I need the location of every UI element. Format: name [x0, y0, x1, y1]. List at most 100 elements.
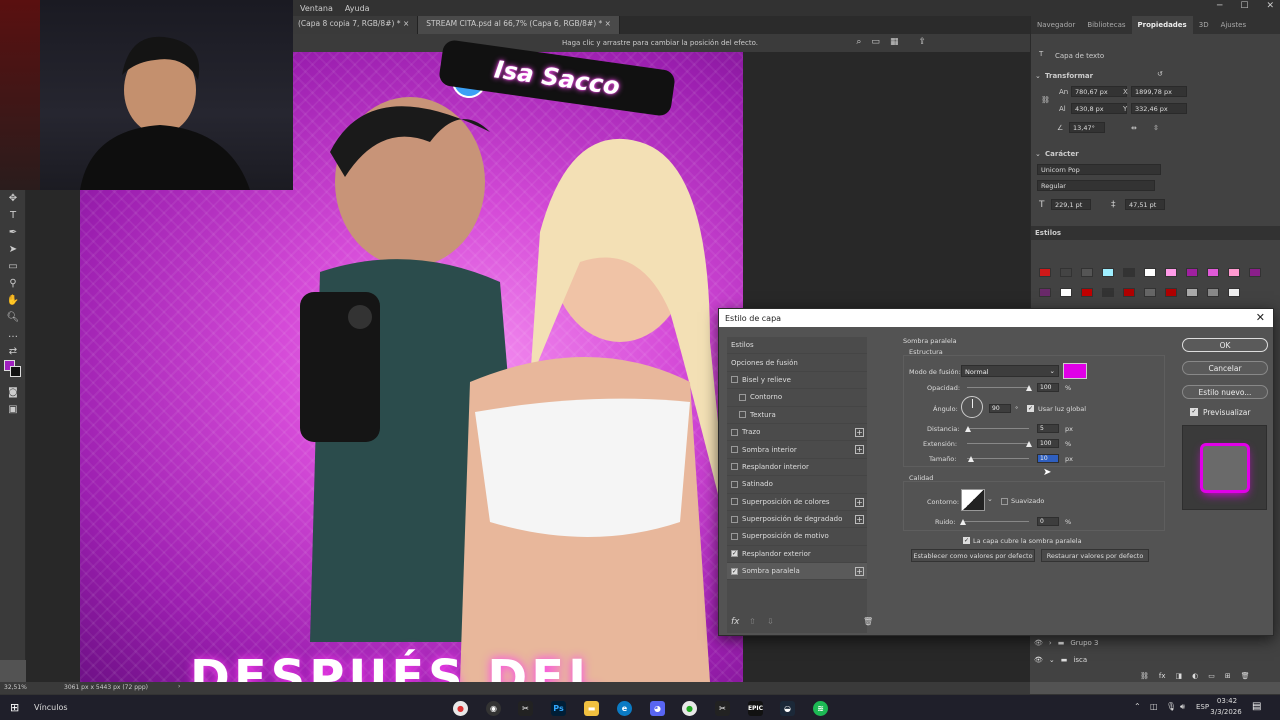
fx-icon[interactable]: fx [731, 617, 740, 627]
chevron-down-icon[interactable]: ⌄ [1035, 150, 1041, 158]
spotify-icon[interactable]: ≋ [813, 701, 828, 716]
background-color[interactable] [10, 366, 21, 377]
spread-slider[interactable] [967, 443, 1029, 444]
hand-tool-icon[interactable]: ✋ [0, 292, 26, 309]
style-checkbox[interactable] [731, 515, 738, 523]
tab-document-2[interactable]: STREAM CITA.psd al 66,7% (Capa 6, RGB/8#… [418, 16, 620, 34]
height-field[interactable]: 430,8 px [1071, 103, 1127, 114]
quick-mask-icon[interactable]: ◙ [0, 384, 26, 401]
preview-checkbox[interactable]: ✓ [1190, 408, 1198, 416]
style-swatch[interactable] [1144, 288, 1156, 297]
close-window-icon[interactable]: ✕ [1266, 1, 1274, 11]
epic-games-icon[interactable]: EPIC [748, 701, 763, 716]
distance-slider-thumb[interactable] [965, 426, 972, 432]
style-swatch[interactable] [1186, 288, 1198, 297]
style-checkbox[interactable]: ✓ [731, 550, 738, 558]
style-swatch[interactable] [1039, 288, 1051, 297]
move-down-icon[interactable]: ⇩ [767, 617, 774, 626]
chevron-right-icon[interactable]: › [1049, 639, 1052, 647]
style-swatch[interactable] [1165, 288, 1177, 297]
noise-field[interactable]: 0 [1037, 517, 1059, 526]
font-family-select[interactable]: Unicorn Pop [1037, 164, 1161, 175]
knockout-checkbox[interactable]: ✓ [963, 537, 970, 544]
add-style-plus-icon[interactable]: + [855, 427, 864, 437]
distance-field[interactable]: 5 [1037, 424, 1059, 433]
chevron-down-icon[interactable]: ⌄ [1035, 72, 1041, 80]
move-tool-icon[interactable]: ✥ [0, 190, 26, 207]
style-checkbox[interactable] [739, 411, 746, 419]
screen-mode-icon[interactable]: ▣ [0, 401, 26, 418]
style-swatch[interactable] [1123, 288, 1135, 297]
zoom-tool-icon[interactable]: 🔍︎ [0, 309, 26, 326]
chevron-right-icon[interactable]: › [178, 683, 180, 690]
capcut-icon[interactable]: ✂ [518, 701, 533, 716]
style-item[interactable]: Superposición de colores + [727, 494, 867, 511]
maximize-icon[interactable]: ☐ [1240, 1, 1248, 11]
noise-slider[interactable] [963, 521, 1029, 522]
adjustment-icon[interactable]: ◐ [1192, 672, 1198, 680]
style-swatch[interactable] [1102, 268, 1114, 277]
style-checkbox[interactable] [731, 532, 738, 540]
style-item[interactable]: Resplandor interior [727, 459, 867, 477]
size-slider-thumb[interactable] [968, 456, 975, 462]
layer-row-group3[interactable]: 👁︎ › ▬ Grupo 3 [1034, 639, 1098, 647]
style-item[interactable]: Superposición de degradado + [727, 511, 867, 529]
tab-3d[interactable]: 3D [1193, 16, 1215, 34]
file-explorer-icon[interactable]: ▬ [584, 701, 599, 716]
style-swatch[interactable] [1060, 268, 1072, 277]
style-swatch[interactable] [1123, 268, 1135, 277]
add-style-plus-icon[interactable]: + [855, 514, 864, 524]
x-field[interactable]: 1899,78 px [1131, 86, 1187, 97]
style-checkbox[interactable] [731, 428, 738, 436]
style-swatch[interactable] [1249, 268, 1261, 277]
new-group-icon[interactable]: ▭ [1208, 672, 1215, 680]
clock-date[interactable]: 3/3/2026 [1206, 708, 1246, 716]
visibility-eye-icon[interactable]: 👁︎ [1034, 639, 1043, 647]
volume-icon[interactable]: 🔊︎ [1180, 702, 1185, 712]
antialias-checkbox[interactable] [1001, 498, 1008, 505]
noise-slider-thumb[interactable] [960, 519, 966, 525]
rectangle-tool-icon[interactable]: ▭ [0, 258, 26, 275]
style-checkbox[interactable]: ✓ [731, 567, 738, 575]
notifications-icon[interactable]: ▤ [1252, 701, 1261, 712]
style-item[interactable]: Trazo + [727, 424, 867, 442]
close-tab-icon[interactable]: × [605, 19, 611, 28]
reset-icon[interactable]: ↺ [1157, 70, 1163, 78]
add-style-plus-icon[interactable]: + [855, 567, 864, 577]
distance-slider[interactable] [967, 428, 1029, 429]
style-swatch[interactable] [1186, 268, 1198, 277]
tab-document-1[interactable]: (Capa 8 copia 7, RGB/8#) * × [290, 16, 419, 34]
eyedropper-tool-icon[interactable]: ⚲ [0, 275, 26, 292]
shadow-color-swatch[interactable] [1063, 363, 1087, 379]
swap-colors-icon[interactable]: ⇄ [0, 343, 26, 360]
color-swatches[interactable] [0, 360, 25, 384]
font-style-select[interactable]: Regular [1037, 180, 1155, 191]
trash-icon[interactable]: 🗑︎ [1241, 672, 1250, 680]
opacity-field[interactable]: 100 [1037, 383, 1059, 392]
arrange-icon[interactable]: ▦ [890, 37, 899, 47]
style-checkbox[interactable] [731, 463, 738, 471]
style-swatch[interactable] [1228, 288, 1240, 297]
angle-dial[interactable] [961, 396, 983, 418]
angle-field[interactable]: 13,47° [1069, 122, 1105, 133]
close-icon[interactable]: ✕ [1256, 311, 1265, 324]
style-swatch[interactable] [1102, 288, 1114, 297]
trash-icon[interactable]: 🗑︎ [863, 617, 873, 626]
move-up-icon[interactable]: ⇧ [749, 617, 756, 626]
share-icon[interactable]: ⇪ [918, 37, 926, 47]
link-icon[interactable]: ⛓ [1041, 96, 1050, 104]
style-item[interactable]: Contorno [727, 389, 867, 407]
chrome-alt-icon[interactable]: ● [682, 701, 697, 716]
tab-ajustes[interactable]: Ajustes [1215, 16, 1253, 34]
network-icon[interactable]: ◫ [1150, 702, 1158, 711]
style-item[interactable]: Satinado [727, 476, 867, 494]
mask-icon[interactable]: ◨ [1176, 672, 1183, 680]
add-style-plus-icon[interactable]: + [855, 497, 864, 507]
clock-time[interactable]: 03:42 [1212, 697, 1242, 705]
style-checkbox[interactable] [731, 446, 738, 454]
font-size-field[interactable]: 229,1 pt [1051, 199, 1091, 210]
reset-default-button[interactable]: Restaurar valores por defecto [1041, 549, 1149, 562]
new-style-button[interactable]: Estilo nuevo... [1182, 385, 1268, 399]
new-layer-icon[interactable]: ⊞ [1225, 672, 1231, 680]
style-swatch[interactable] [1144, 268, 1156, 277]
